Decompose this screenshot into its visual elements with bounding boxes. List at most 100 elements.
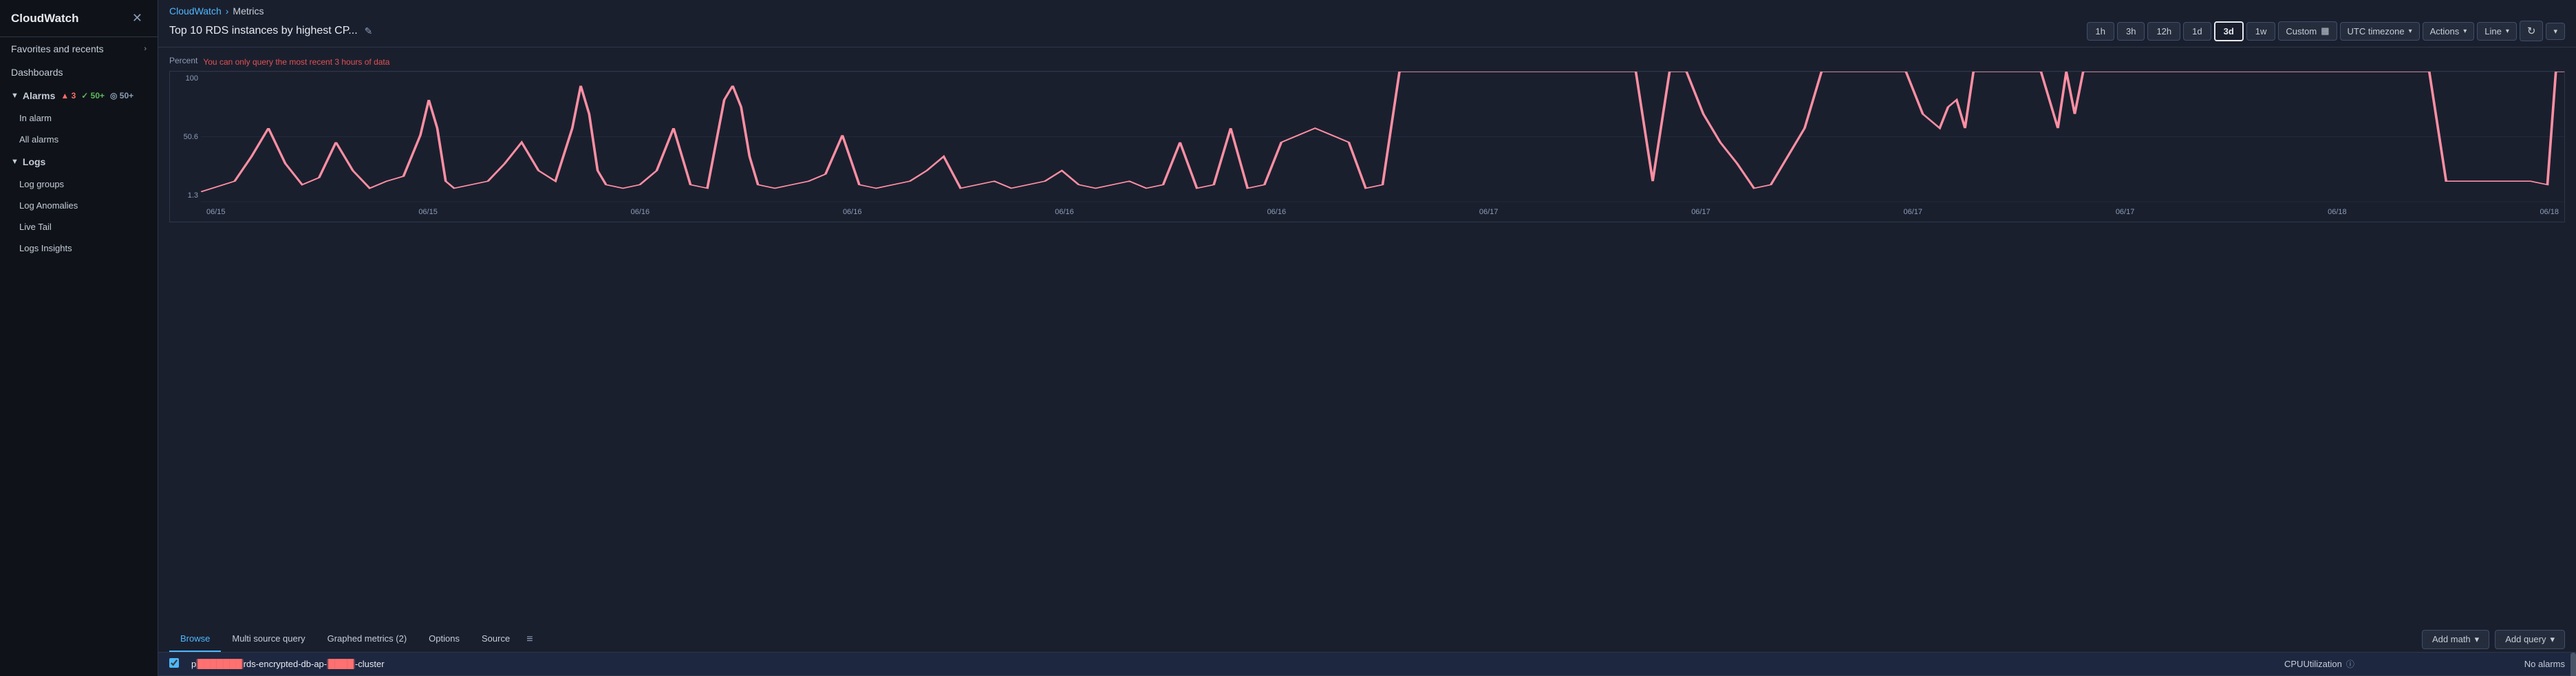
resource-redacted-1: ███████ (196, 659, 243, 669)
y-axis-top: 100 (170, 74, 201, 83)
tab-graphed-metrics[interactable]: Graphed metrics (2) (316, 626, 418, 652)
info-icon[interactable]: ⓘ (2346, 658, 2354, 670)
time-button-3h[interactable]: 3h (2117, 22, 2145, 41)
resource-rds-text: rds-encrypted-db-ap- (244, 659, 327, 669)
sidebar-item-live-tail[interactable]: Live Tail (0, 216, 158, 237)
tab-label: Browse (180, 633, 210, 644)
sidebar-item-label: Favorites and recents (11, 43, 104, 54)
sidebar-item-label: Live Tail (19, 222, 52, 232)
x-label-0: 06/15 (206, 208, 226, 216)
add-math-button[interactable]: Add math ▾ (2422, 630, 2489, 649)
sidebar-item-logs[interactable]: ▼ Logs (0, 150, 158, 173)
tab-label: Source (482, 633, 510, 644)
add-math-label: Add math (2432, 634, 2471, 644)
breadcrumb-parent[interactable]: CloudWatch (169, 6, 222, 17)
sidebar-item-log-anomalies[interactable]: Log Anomalies (0, 195, 158, 216)
sidebar-item-in-alarm[interactable]: In alarm (0, 107, 158, 129)
actions-label: Actions (2430, 26, 2460, 36)
sidebar-item-log-groups[interactable]: Log groups (0, 173, 158, 195)
alarm-green-badge: ✓ 50+ (81, 91, 105, 101)
metrics-table: p███████rds-encrypted-db-ap-████-cluster… (158, 653, 2576, 676)
sidebar-header: CloudWatch ✕ (0, 0, 158, 37)
breadcrumb-separator: › (226, 6, 229, 17)
refresh-button[interactable]: ↻ (2520, 21, 2544, 41)
edit-title-icon[interactable]: ✎ (365, 25, 373, 37)
x-label-10: 06/18 (2328, 208, 2347, 216)
sidebar-title: CloudWatch (11, 12, 79, 25)
table-row: p███████rds-encrypted-db-ap-████-cluster… (158, 653, 2576, 676)
time-button-1w[interactable]: 1w (2246, 22, 2276, 41)
resource-suffix: -cluster (355, 659, 385, 669)
y-axis: 100 50.6 1.3 (170, 72, 201, 202)
sidebar-item-favorites[interactable]: Favorites and recents › (0, 37, 158, 61)
sidebar-item-label: Log Anomalies (19, 200, 78, 211)
alarm-red-badge: ▲ 3 (61, 91, 76, 101)
tab-multi-source-query[interactable]: Multi source query (221, 626, 316, 652)
time-button-12h[interactable]: 12h (2147, 22, 2180, 41)
x-label-11: 06/18 (2540, 208, 2559, 216)
sidebar-item-all-alarms[interactable]: All alarms (0, 129, 158, 150)
x-label-8: 06/17 (1904, 208, 1923, 216)
sidebar-item-label: In alarm (19, 113, 52, 123)
line-type-label: Line (2484, 26, 2502, 36)
custom-label: Custom (2286, 26, 2317, 36)
add-query-button[interactable]: Add query ▾ (2495, 630, 2565, 649)
sidebar-item-label: All alarms (19, 134, 58, 145)
vertical-scrollbar[interactable] (2570, 653, 2576, 676)
line-type-dropdown[interactable]: Line ▾ (2477, 22, 2517, 41)
sidebar-item-alarms[interactable]: ▼ Alarms ▲ 3 ✓ 50+ ◎ 50+ (0, 84, 158, 107)
sidebar-section-label: Logs (23, 156, 45, 167)
sidebar: CloudWatch ✕ Favorites and recents › Das… (0, 0, 158, 676)
line-caret-icon: ▾ (2506, 28, 2509, 35)
x-label-1: 06/15 (418, 208, 438, 216)
calendar-icon: ▦ (2321, 25, 2329, 36)
row-checkbox-cell[interactable] (169, 658, 186, 670)
x-label-4: 06/16 (1055, 208, 1074, 216)
alarms-badges: ▲ 3 ✓ 50+ ◎ 50+ (61, 91, 133, 101)
timezone-dropdown[interactable]: UTC timezone ▾ (2340, 22, 2420, 41)
time-button-3d[interactable]: 3d (2214, 21, 2244, 41)
sidebar-item-label: Logs Insights (19, 243, 72, 253)
x-label-3: 06/16 (843, 208, 862, 216)
chart-svg (201, 72, 2564, 202)
close-sidebar-button[interactable]: ✕ (128, 10, 147, 27)
breadcrumb-current: Metrics (233, 6, 264, 17)
tab-label: Multi source query (232, 633, 305, 644)
chart-error-message: You can only query the most recent 3 hou… (203, 57, 389, 67)
row-checkbox[interactable] (169, 658, 179, 668)
actions-caret-icon: ▾ (2463, 28, 2467, 35)
extra-caret-button[interactable]: ▾ (2546, 23, 2565, 40)
time-button-1d[interactable]: 1d (2183, 22, 2211, 41)
tab-source[interactable]: Source (471, 626, 521, 652)
resource-name: p███████rds-encrypted-db-ap-████-cluster (191, 659, 385, 669)
actions-dropdown[interactable]: Actions ▾ (2423, 22, 2475, 41)
x-label-5: 06/16 (1267, 208, 1287, 216)
metric-name: CPUUtilization (2284, 659, 2342, 669)
timezone-label: UTC timezone (2348, 26, 2405, 36)
add-query-label: Add query (2505, 634, 2546, 644)
add-math-caret-icon: ▾ (2475, 634, 2480, 645)
alarms-status: No alarms (2524, 659, 2565, 669)
custom-time-button[interactable]: Custom ▦ (2278, 21, 2337, 41)
add-query-caret-icon: ▾ (2550, 634, 2555, 645)
main-content: CloudWatch › Metrics Top 10 RDS instance… (158, 0, 2576, 676)
x-axis: 06/15 06/15 06/16 06/16 06/16 06/16 06/1… (201, 202, 2564, 222)
tab-browse[interactable]: Browse (169, 626, 221, 652)
alarms-status-cell: No alarms (2482, 659, 2565, 669)
x-label-2: 06/16 (631, 208, 650, 216)
page-title: Top 10 RDS instances by highest CP... (169, 25, 358, 37)
x-label-9: 06/17 (2116, 208, 2135, 216)
tab-label: Graphed metrics (2) (328, 633, 407, 644)
scroll-thumb[interactable] (2570, 653, 2576, 676)
caret-down-icon: ▼ (11, 158, 19, 166)
sidebar-item-label: Log groups (19, 179, 64, 189)
tabs-right-actions: Add math ▾ Add query ▾ (2422, 630, 2565, 649)
time-button-1h[interactable]: 1h (2087, 22, 2114, 41)
timezone-caret-icon: ▾ (2409, 28, 2412, 35)
tab-options[interactable]: Options (418, 626, 471, 652)
sidebar-item-logs-insights[interactable]: Logs Insights (0, 237, 158, 259)
sidebar-item-dashboards[interactable]: Dashboards (0, 61, 158, 84)
drag-handle-icon[interactable]: ≡ (521, 633, 538, 646)
x-label-7: 06/17 (1691, 208, 1710, 216)
metric-cell: CPUUtilization ⓘ (2284, 658, 2477, 670)
